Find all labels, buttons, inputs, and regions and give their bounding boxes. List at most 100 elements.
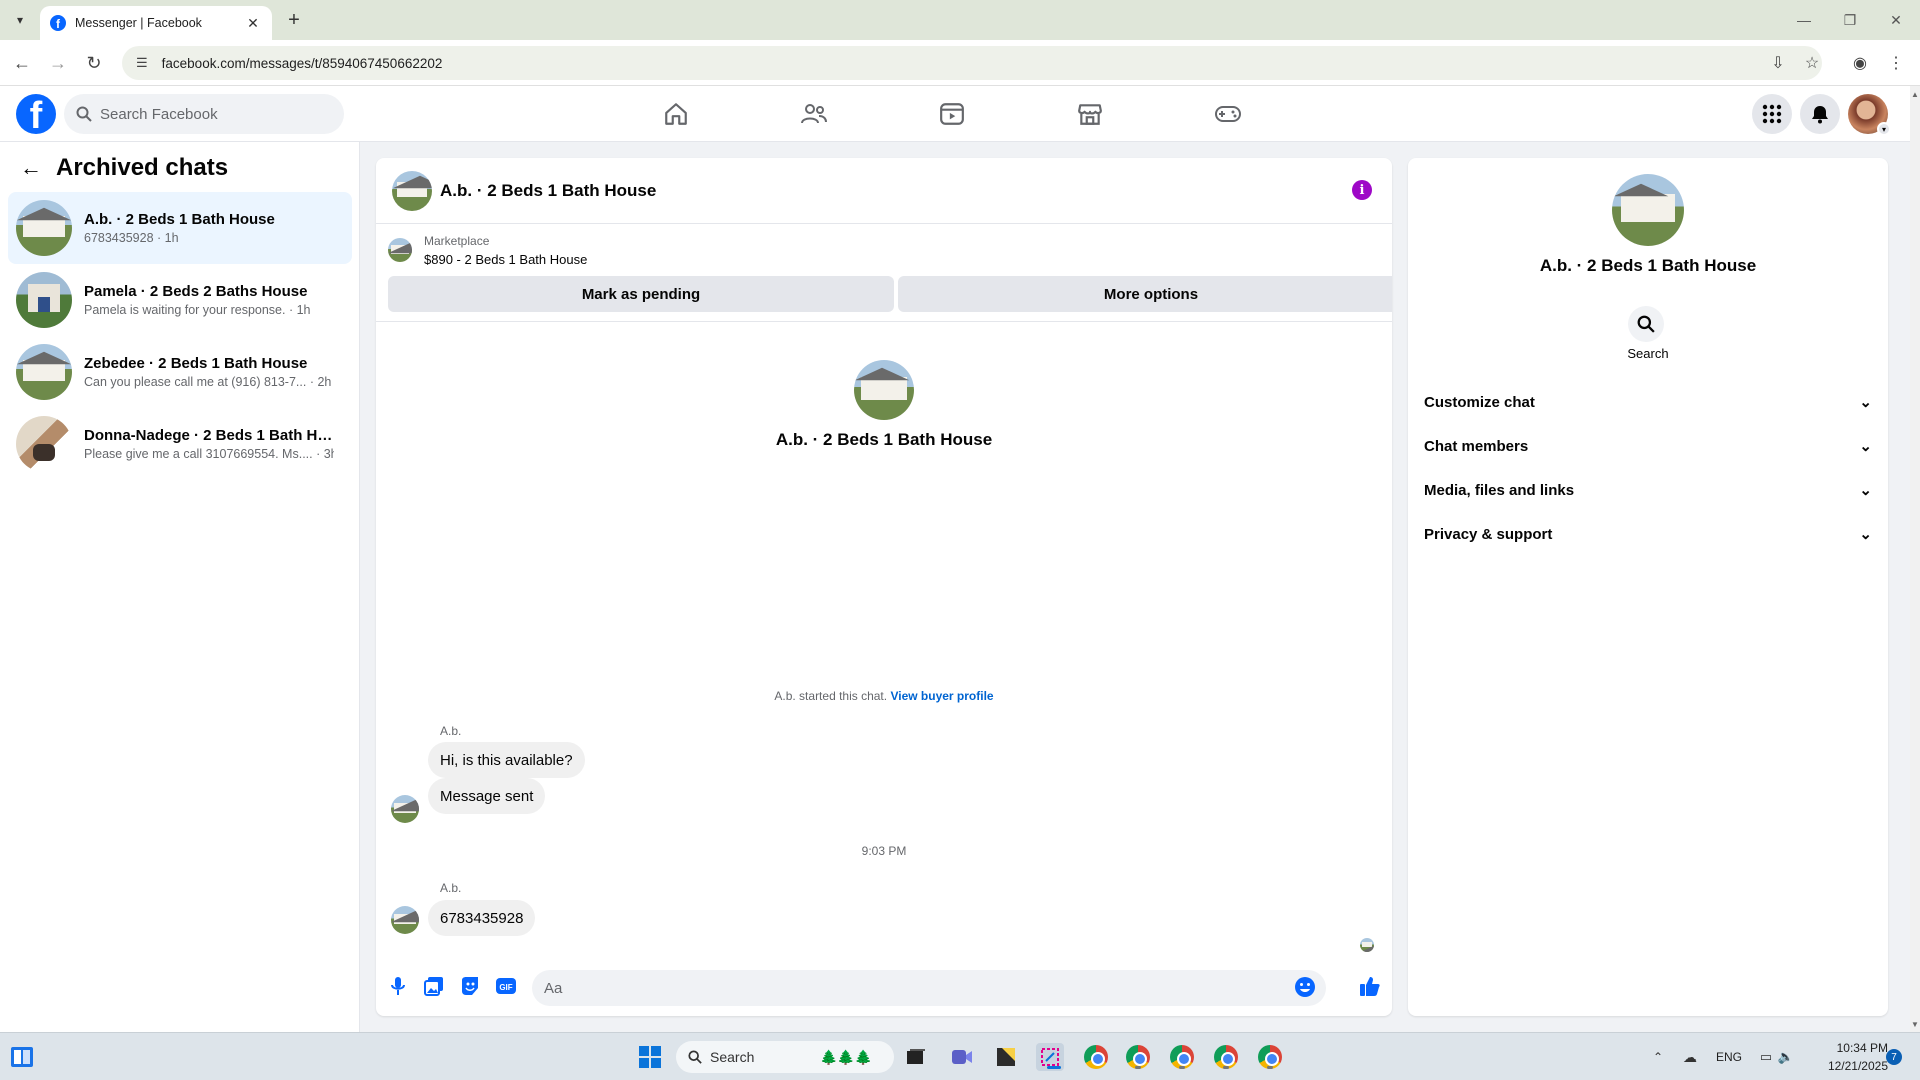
browser-tab[interactable]: f Messenger | Facebook ✕ (40, 6, 272, 40)
chrome-profile-icon[interactable] (1168, 1043, 1196, 1071)
more-options-button[interactable]: More options (898, 276, 1392, 312)
chat-members-section[interactable]: Chat members ⌄ (1424, 424, 1872, 468)
customize-chat-section[interactable]: Customize chat ⌄ (1424, 380, 1872, 424)
reload-icon[interactable]: ↻ (82, 51, 106, 75)
minimize-icon[interactable]: — (1786, 8, 1822, 32)
tab-close-icon[interactable]: ✕ (244, 15, 262, 32)
emoji-icon[interactable] (1294, 976, 1318, 1000)
address-bar[interactable]: ☰ facebook.com/messages/t/85940674506622… (122, 46, 1822, 80)
sender-avatar[interactable] (391, 906, 419, 934)
running-indicator (1135, 1066, 1141, 1069)
chat-list-item[interactable]: Donna-Nadege · 2 Beds 1 Bath Ho... Pleas… (8, 408, 352, 480)
video-icon[interactable] (936, 98, 968, 130)
search-icon (688, 1050, 702, 1064)
taskbar-search-input[interactable] (710, 1049, 820, 1065)
conversation-info-icon[interactable]: i (1352, 180, 1372, 200)
chat-preview: Please give me a call 3107669554. Ms....… (84, 447, 334, 461)
clock-date[interactable]: 12/21/2025 (1814, 1059, 1888, 1073)
microphone-icon[interactable] (386, 974, 410, 998)
photo-gallery-icon[interactable] (422, 974, 446, 998)
listing-title[interactable]: $890 - 2 Beds 1 Bath House (424, 252, 587, 267)
task-view-icon[interactable] (902, 1043, 930, 1071)
chat-avatar (16, 416, 72, 472)
forward-icon[interactable]: → (46, 51, 70, 75)
sender-avatar[interactable] (391, 795, 419, 823)
chrome-icon[interactable] (1082, 1043, 1110, 1071)
onedrive-offline-icon[interactable]: ☁ (1676, 1043, 1704, 1071)
home-icon[interactable] (660, 98, 692, 130)
widgets-icon[interactable] (8, 1043, 36, 1071)
start-windows-icon[interactable] (636, 1043, 664, 1071)
gaming-icon[interactable] (1212, 98, 1244, 130)
bookmark-star-icon[interactable]: ☆ (1800, 51, 1824, 75)
sticky-notes-icon[interactable] (992, 1043, 1020, 1071)
menu-grid-icon[interactable] (1752, 94, 1792, 134)
account-avatar[interactable]: ▾ (1848, 94, 1891, 136)
chat-list-item[interactable]: Pamela · 2 Beds 2 Baths House Pamela is … (8, 264, 352, 336)
chat-name: Pamela · 2 Beds 2 Baths House (84, 283, 308, 300)
clock-time[interactable]: 10:34 PM (1814, 1041, 1888, 1055)
search-in-conversation-button[interactable] (1628, 306, 1664, 342)
sticker-icon[interactable] (458, 974, 482, 998)
account-chevron-icon: ▾ (1877, 122, 1891, 136)
listing-thumbnail[interactable] (388, 238, 412, 262)
profile-icon[interactable]: ◉ (1848, 51, 1872, 75)
conversation-title[interactable]: A.b. · 2 Beds 1 Bath House (440, 181, 656, 201)
marketplace-listing-bar: Marketplace $890 - 2 Beds 1 Bath House M… (376, 224, 1392, 322)
chat-preview: Pamela is waiting for your response. · 1… (84, 303, 311, 317)
back-arrow-icon[interactable]: ← (20, 155, 42, 181)
search-highlight-trees-icon: 🌲🌲🌲 (820, 1048, 873, 1065)
message-bubble[interactable]: Hi, is this available? (428, 742, 585, 778)
thumbs-up-icon[interactable] (1358, 974, 1382, 998)
chat-list-item[interactable]: Zebedee · 2 Beds 1 Bath House Can you pl… (8, 336, 352, 408)
marketplace-icon[interactable] (1074, 98, 1106, 130)
message-input[interactable] (544, 979, 1284, 997)
close-window-icon[interactable]: ✕ (1878, 8, 1914, 32)
taskbar-search[interactable]: 🌲🌲🌲 (676, 1041, 894, 1073)
facebook-search[interactable] (64, 94, 344, 134)
site-info-icon[interactable]: ☰ (136, 55, 148, 71)
new-tab-icon[interactable]: + (282, 8, 306, 32)
language-indicator[interactable]: ENG (1716, 1050, 1742, 1064)
privacy-support-section[interactable]: Privacy & support ⌄ (1424, 512, 1872, 556)
message-input-box[interactable] (532, 970, 1326, 1006)
friends-icon[interactable] (798, 98, 830, 130)
browser-toolbar: ← → ↻ ☰ facebook.com/messages/t/85940674… (0, 40, 1920, 86)
url-text[interactable]: facebook.com/messages/t/8594067450662202 (162, 56, 443, 71)
conversation-avatar[interactable] (392, 170, 432, 211)
teams-meet-icon[interactable] (948, 1043, 976, 1071)
windows-taskbar: 🌲🌲🌲 ⌃ ☁ ENG ▭ 🔈 10:34 PM 12/21/2025 7 (0, 1032, 1920, 1080)
page-scrollbar[interactable] (1910, 86, 1920, 1032)
volume-icon[interactable]: 🔈 (1772, 1043, 1800, 1071)
chat-avatar (16, 272, 72, 328)
chat-avatar (16, 200, 72, 256)
view-buyer-profile-link[interactable]: View buyer profile (890, 689, 993, 703)
chrome-profile-icon[interactable] (1124, 1043, 1152, 1071)
mark-as-pending-button[interactable]: Mark as pending (388, 276, 894, 312)
gif-icon[interactable]: GIF (494, 974, 518, 998)
section-label: Chat members (1424, 437, 1529, 455)
message-composer: GIF (376, 960, 1392, 1016)
chat-list-item[interactable]: A.b. · 2 Beds 1 Bath House 6783435928 · … (8, 192, 352, 264)
media-files-links-section[interactable]: Media, files and links ⌄ (1424, 468, 1872, 512)
facebook-logo-icon[interactable]: f (16, 94, 56, 134)
browser-menu-icon[interactable]: ⋮ (1884, 51, 1908, 75)
tray-overflow-chevron-icon[interactable]: ⌃ (1644, 1043, 1672, 1071)
notifications-bell-icon[interactable] (1800, 94, 1840, 134)
message-bubble[interactable]: 6783435928 (428, 900, 536, 936)
chat-name: Donna-Nadege · 2 Beds 1 Bath Ho... (84, 427, 334, 444)
chat-name: Zebedee · 2 Beds 1 Bath House (84, 355, 308, 372)
chrome-profile-icon[interactable] (1212, 1043, 1240, 1071)
facebook-search-input[interactable] (100, 105, 320, 123)
message-bubble[interactable]: Message sent (428, 778, 546, 814)
scroll-up-arrow-icon[interactable]: ▲ (1910, 88, 1920, 100)
scroll-down-arrow-icon[interactable]: ▼ (1910, 1018, 1920, 1030)
install-app-icon[interactable]: ⇩ (1766, 51, 1790, 75)
chrome-profile-icon[interactable] (1256, 1043, 1284, 1071)
notification-count-badge[interactable]: 7 (1886, 1049, 1902, 1065)
snipping-tool-icon[interactable] (1036, 1043, 1064, 1071)
tab-search-chevron-icon[interactable]: ▾ (8, 8, 32, 32)
back-icon[interactable]: ← (10, 51, 34, 75)
restore-icon[interactable]: ❐ (1832, 8, 1868, 32)
chat-started-text: A.b. started this chat. (774, 689, 888, 703)
